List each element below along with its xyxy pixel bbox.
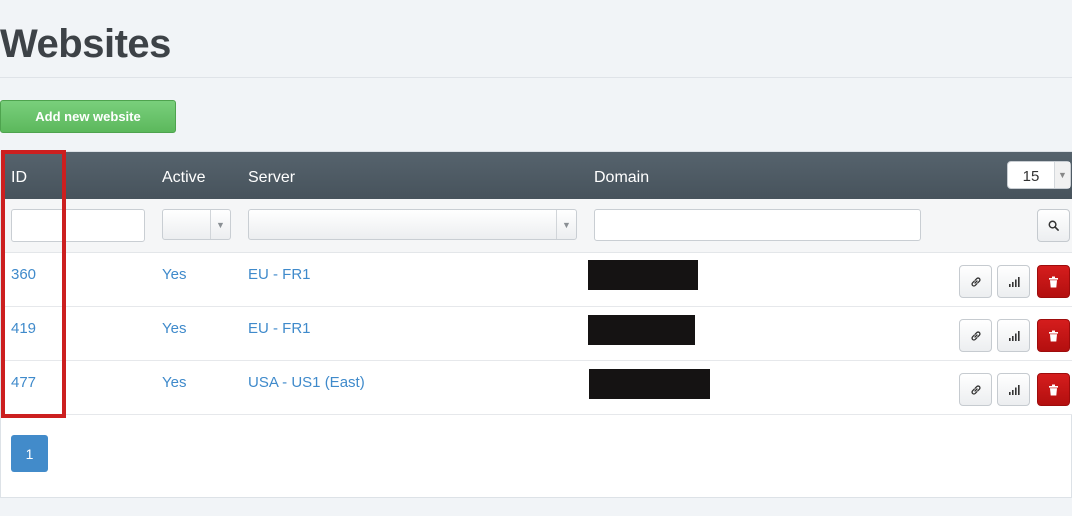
open-link-button[interactable]	[959, 265, 992, 298]
server-filter-select[interactable]: ▼	[248, 209, 577, 240]
link-icon	[970, 384, 981, 395]
add-new-website-button[interactable]: Add new website	[0, 100, 176, 133]
title-divider	[0, 77, 1072, 78]
chevron-down-icon: ▼	[1054, 162, 1070, 188]
open-link-button[interactable]	[959, 373, 992, 406]
stats-icon	[1008, 276, 1020, 287]
page-size-value: 15	[1022, 168, 1040, 185]
column-header-active[interactable]: Active	[162, 169, 206, 187]
column-header-domain[interactable]: Domain	[594, 169, 649, 187]
delete-button[interactable]	[1037, 319, 1070, 352]
domain-filter-input[interactable]	[594, 209, 921, 241]
chevron-down-icon: ▼	[210, 210, 230, 239]
statistics-button[interactable]	[997, 265, 1030, 298]
redacted-domain	[588, 260, 698, 290]
active-filter-select[interactable]: ▼	[162, 209, 231, 240]
table-row: 477 Yes USA - US1 (East)	[1, 361, 1072, 415]
link-icon	[970, 276, 981, 287]
pagination-page-1[interactable]: 1	[11, 435, 48, 472]
redacted-domain	[589, 369, 710, 399]
column-header-server[interactable]: Server	[248, 169, 295, 187]
page-title: Websites	[0, 22, 171, 66]
statistics-button[interactable]	[997, 373, 1030, 406]
page-size-select[interactable]: 15 ▼	[1007, 161, 1071, 189]
redacted-domain	[588, 315, 695, 345]
filter-row: ▼ ▼	[1, 199, 1072, 253]
open-link-button[interactable]	[959, 319, 992, 352]
trash-icon	[1049, 276, 1058, 287]
delete-button[interactable]	[1037, 265, 1070, 298]
row-server-value[interactable]: EU - FR1	[248, 266, 311, 283]
table-header: ID Active Server Domain 15 ▼	[1, 152, 1072, 199]
search-icon	[1048, 220, 1059, 231]
statistics-button[interactable]	[997, 319, 1030, 352]
trash-icon	[1049, 330, 1058, 341]
table-row: 360 Yes EU - FR1	[1, 253, 1072, 307]
row-active-value[interactable]: Yes	[162, 266, 186, 283]
delete-button[interactable]	[1037, 373, 1070, 406]
table-row: 419 Yes EU - FR1	[1, 307, 1072, 361]
row-active-value[interactable]: Yes	[162, 320, 186, 337]
link-icon	[970, 330, 981, 341]
row-server-value[interactable]: USA - US1 (East)	[248, 374, 365, 391]
trash-icon	[1049, 384, 1058, 395]
search-button[interactable]	[1037, 209, 1070, 242]
id-column-highlight	[1, 150, 66, 418]
websites-table: ID Active Server Domain 15 ▼ ▼ ▼ 360 Yes…	[0, 151, 1072, 498]
row-server-value[interactable]: EU - FR1	[248, 320, 311, 337]
chevron-down-icon: ▼	[556, 210, 576, 239]
stats-icon	[1008, 384, 1020, 395]
row-active-value[interactable]: Yes	[162, 374, 186, 391]
stats-icon	[1008, 330, 1020, 341]
